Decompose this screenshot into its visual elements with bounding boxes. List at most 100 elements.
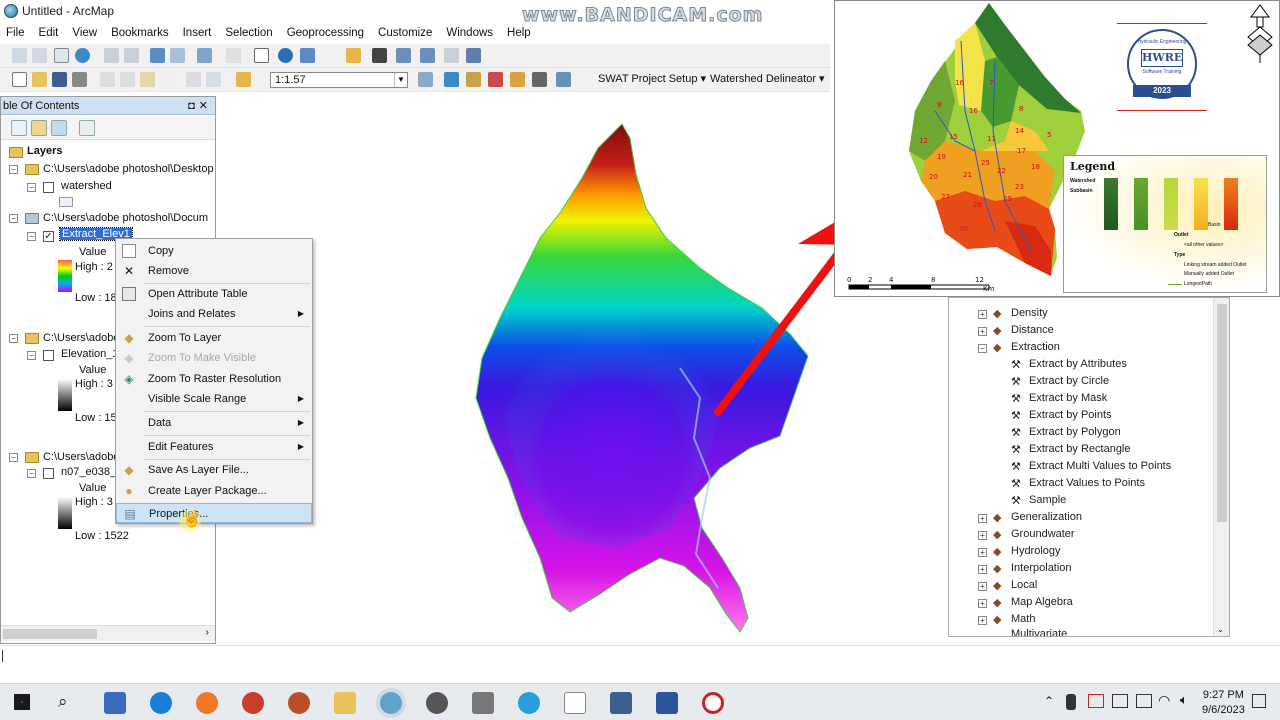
edge-browser-icon[interactable] (150, 692, 172, 714)
list-by-source-icon[interactable] (31, 120, 47, 136)
tool-extract-by-circle[interactable]: Extract by Circle (1029, 375, 1109, 387)
map-scale-combobox[interactable]: 1:1.57 ▼ (270, 72, 408, 88)
undo-icon[interactable] (186, 72, 201, 87)
toolset-hydrology[interactable]: Hydrology (1011, 545, 1061, 557)
toolset-local[interactable]: Local (1011, 579, 1037, 591)
full-extent-icon[interactable] (75, 48, 90, 63)
menu-item-create-layer-package[interactable]: ● Create Layer Package... (116, 481, 312, 501)
tool-sample[interactable]: Sample (1029, 494, 1066, 506)
forward-arrow-icon[interactable] (170, 48, 185, 63)
toc-source-path[interactable]: C:\Users\adobe (43, 332, 119, 344)
toc-layer-name[interactable]: watershed (61, 180, 112, 192)
toolset-distance[interactable]: Distance (1011, 324, 1054, 336)
expand-icon[interactable]: + (978, 548, 987, 557)
open-folder-icon[interactable] (32, 72, 47, 87)
menu-windows[interactable]: Windows (446, 27, 493, 39)
find-icon[interactable] (372, 48, 387, 63)
collapse-icon[interactable]: − (9, 214, 18, 223)
menu-view[interactable]: View (72, 27, 97, 39)
collapse-icon[interactable]: − (9, 165, 18, 174)
menu-item-remove[interactable]: ✕ Remove (116, 261, 312, 281)
chevron-down-icon[interactable]: ▼ (394, 73, 407, 87)
menu-item-data[interactable]: Data ▶ (116, 413, 312, 433)
collapse-icon[interactable]: − (9, 334, 18, 343)
toc-layer-name[interactable]: Elevation_1 (61, 348, 119, 360)
measure-icon[interactable] (420, 48, 435, 63)
delete-icon[interactable] (160, 72, 175, 87)
toc-source-path[interactable]: C:\Users\adobe (43, 451, 119, 463)
layer-visibility-checkbox[interactable] (43, 350, 54, 361)
horizontal-scrollbar[interactable]: › (1, 625, 215, 641)
microphone-icon[interactable] (1066, 694, 1076, 710)
back-arrow-icon[interactable] (150, 48, 165, 63)
telegram-icon[interactable] (518, 692, 540, 714)
tool-extract-multi-values[interactable]: Extract Multi Values to Points (1029, 460, 1171, 472)
word-icon[interactable] (656, 692, 678, 714)
collapse-icon[interactable]: − (9, 453, 18, 462)
toolset-math[interactable]: Math (1011, 613, 1035, 625)
menu-geoprocessing[interactable]: Geoprocessing (287, 27, 364, 39)
scroll-right-icon[interactable]: › (206, 627, 209, 638)
menu-item-zoom-to-raster-resolution[interactable]: ◈ Zoom To Raster Resolution (116, 369, 312, 389)
collapse-icon[interactable]: − (27, 469, 36, 478)
zoom-out-icon[interactable] (32, 48, 47, 63)
layer-visibility-checkbox[interactable] (43, 182, 54, 193)
find-route-icon[interactable] (346, 48, 361, 63)
firefox-icon[interactable] (196, 692, 218, 714)
expand-icon[interactable]: + (978, 582, 987, 591)
expand-icon[interactable]: + (978, 531, 987, 540)
store-icon[interactable] (104, 692, 126, 714)
expand-icon[interactable]: + (978, 599, 987, 608)
new-document-icon[interactable] (12, 72, 27, 87)
expand-icon[interactable]: + (978, 616, 987, 625)
scrollbar-thumb[interactable] (1217, 304, 1227, 522)
toc-window-buttons[interactable]: ◘✕ (188, 97, 212, 115)
expand-icon[interactable]: + (978, 310, 987, 319)
toolset-interpolation[interactable]: Interpolation (1011, 562, 1072, 574)
tool-extract-by-polygon[interactable]: Extract by Polygon (1029, 426, 1121, 438)
go-to-xy-icon[interactable] (396, 48, 411, 63)
arcmap-taskbar-icon[interactable] (380, 692, 402, 714)
tool-extract-by-rectangle[interactable]: Extract by Rectangle (1029, 443, 1131, 455)
app-icon[interactable] (610, 692, 632, 714)
chevron-up-icon[interactable]: ⌃ (1044, 694, 1054, 708)
scroll-down-icon[interactable]: ⌄ (1217, 625, 1224, 634)
html-popup-icon[interactable] (300, 48, 315, 63)
menu-item-open-attribute-table[interactable]: Open Attribute Table (116, 284, 312, 304)
identify-icon[interactable] (278, 48, 293, 63)
model-builder-icon[interactable] (556, 72, 571, 87)
redo-icon[interactable] (206, 72, 221, 87)
print-icon[interactable] (72, 72, 87, 87)
tool-extract-by-points[interactable]: Extract by Points (1029, 409, 1112, 421)
editor-toolbar-icon[interactable] (418, 72, 433, 87)
app-icon[interactable] (288, 692, 310, 714)
toolset-density[interactable]: Density (1011, 307, 1048, 319)
collapse-icon[interactable]: − (27, 183, 36, 192)
file-explorer-icon[interactable] (334, 692, 356, 714)
tool-extract-by-attributes[interactable]: Extract by Attributes (1029, 358, 1127, 370)
search-window-icon[interactable] (488, 72, 503, 87)
paste-icon[interactable] (140, 72, 155, 87)
menu-item-properties[interactable]: ▤ Properties... (116, 503, 312, 523)
menu-item-zoom-to-layer[interactable]: ◆ Zoom To Layer (116, 328, 312, 348)
tray-icon[interactable] (1088, 694, 1104, 708)
fixed-zoom-out-icon[interactable] (124, 48, 139, 63)
options-icon[interactable] (79, 120, 95, 136)
save-icon[interactable] (52, 72, 67, 87)
tool-extract-by-mask[interactable]: Extract by Mask (1029, 392, 1107, 404)
recorder-icon[interactable] (702, 692, 724, 714)
toolset-map-algebra[interactable]: Map Algebra (1011, 596, 1073, 608)
scrollbar-thumb[interactable] (3, 629, 97, 639)
menu-item-edit-features[interactable]: Edit Features ▶ (116, 437, 312, 457)
fixed-zoom-in-icon[interactable] (104, 48, 119, 63)
menu-item-visible-scale-range[interactable]: Visible Scale Range ▶ (116, 389, 312, 409)
menu-insert[interactable]: Insert (183, 27, 212, 39)
layers-frame-label[interactable]: Layers (27, 145, 62, 157)
app-p-icon[interactable] (242, 692, 264, 714)
expand-icon[interactable]: + (978, 565, 987, 574)
toolset-groundwater[interactable]: Groundwater (1011, 528, 1075, 540)
vertical-scrollbar[interactable]: ⌄ (1213, 298, 1229, 636)
tool-extract-values-to-points[interactable]: Extract Values to Points (1029, 477, 1145, 489)
menu-file[interactable]: File (6, 27, 25, 39)
layer-visibility-checkbox[interactable]: ✓ (43, 231, 54, 242)
